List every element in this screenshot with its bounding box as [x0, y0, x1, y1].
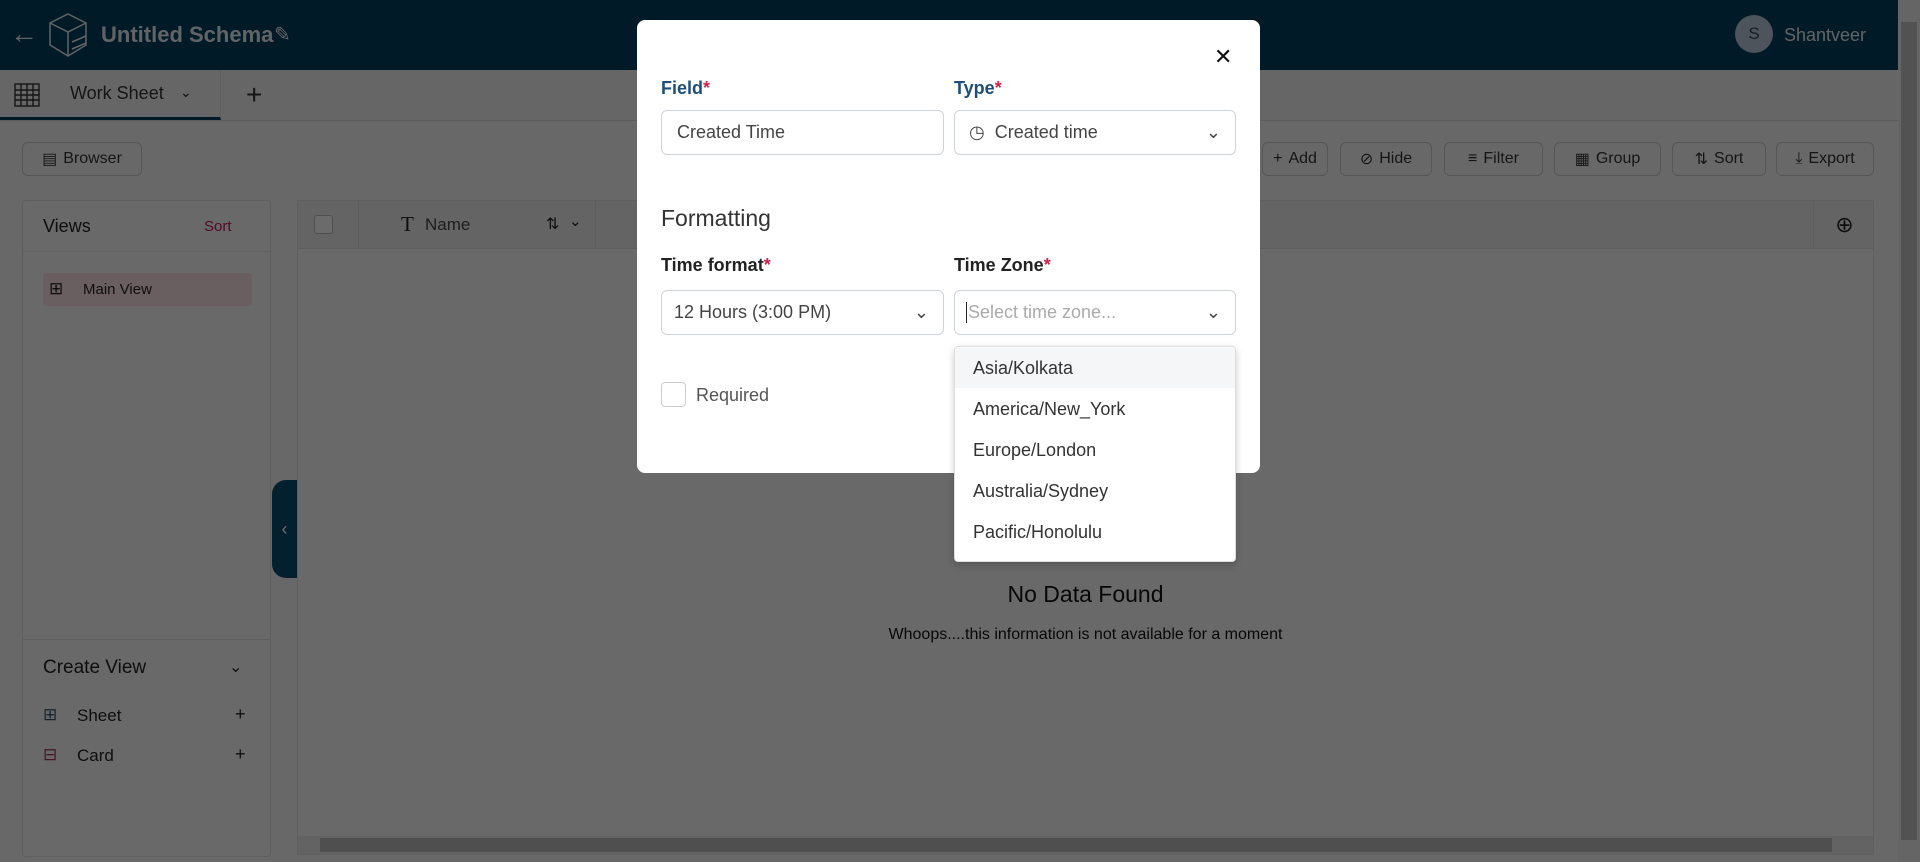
views-sort-link[interactable]: Sort — [204, 218, 232, 235]
column-label: Name — [425, 215, 471, 234]
text-type-icon: T — [401, 212, 414, 236]
view-item-main[interactable]: ⊞ Main View — [43, 273, 252, 306]
create-view-title: Create View — [43, 657, 147, 678]
plus-icon[interactable]: + — [235, 704, 246, 725]
grid-icon: ⊞ — [49, 279, 64, 298]
group-label: Group — [1595, 150, 1641, 167]
sheet-label: Sheet — [77, 706, 122, 725]
plus-icon[interactable]: + — [235, 744, 246, 765]
collapse-panel-handle[interactable]: ‹ — [272, 480, 297, 578]
column-header-name[interactable]: T Name ⇅ ⌄ — [358, 201, 596, 249]
chevron-down-icon: ⌄ — [1205, 302, 1221, 322]
tab-work-sheet[interactable]: Work Sheet ⌄ — [0, 70, 221, 120]
card-icon: ⊟ — [43, 745, 58, 764]
eye-off-icon: ⊘ — [1359, 151, 1374, 168]
filter-label: Filter — [1483, 150, 1519, 167]
user-name[interactable]: Shantveer — [1784, 25, 1866, 46]
vertical-scrollbar[interactable] — [1898, 0, 1920, 862]
time-zone-placeholder: Select time zone... — [966, 302, 1117, 323]
schema-logo-icon — [49, 13, 87, 57]
table-icon — [14, 83, 40, 107]
sort-label: Sort — [1714, 150, 1744, 167]
view-label: Main View — [83, 281, 152, 298]
type-value: Created time — [994, 122, 1098, 142]
add-column-button[interactable]: ⊕ — [1813, 201, 1875, 249]
empty-subtitle: Whoops....this information is not availa… — [888, 626, 1283, 643]
time-zone-option[interactable]: Asia/Kolkata — [955, 348, 1235, 388]
type-label: Type* — [954, 78, 1002, 98]
hide-button[interactable]: ⊘ Hide — [1340, 142, 1432, 176]
required-label: Required — [696, 385, 770, 405]
views-title: Views — [43, 216, 91, 236]
create-view-card[interactable]: ⊟ Card + — [43, 743, 253, 769]
create-view-sheet[interactable]: ⊞ Sheet + — [43, 703, 253, 729]
clock-icon: ◷ — [969, 122, 985, 142]
time-zone-option[interactable]: America/New_York — [955, 389, 1235, 429]
plus-icon: + — [1273, 150, 1283, 167]
field-name-input[interactable]: Created Time — [661, 110, 944, 155]
time-zone-option[interactable]: Europe/London — [955, 430, 1235, 470]
type-select[interactable]: ◷ Created time ⌄ — [954, 110, 1236, 155]
browser-button[interactable]: ▤ Browser — [22, 142, 142, 176]
field-label: Field* — [661, 78, 711, 98]
download-icon: ⤓ — [1795, 150, 1803, 167]
horizontal-scrollbar[interactable] — [298, 836, 1873, 854]
chevron-down-icon[interactable]: ⌄ — [180, 84, 192, 101]
formatting-heading: Formatting — [661, 205, 771, 231]
browser-icon: ▤ — [42, 151, 58, 168]
card-label: Card — [77, 746, 114, 765]
empty-title: No Data Found — [1007, 581, 1164, 607]
required-checkbox[interactable] — [661, 382, 686, 407]
time-zone-select[interactable]: Select time zone... ⌄ — [954, 290, 1236, 335]
sort-icon: ⇅ — [1694, 151, 1709, 168]
close-icon[interactable]: ✕ — [1214, 44, 1232, 70]
hide-label: Hide — [1379, 150, 1413, 167]
add-tab-button[interactable]: + — [246, 79, 262, 111]
plus-circle-icon: ⊕ — [1835, 212, 1854, 237]
tab-label: Work Sheet — [70, 83, 164, 103]
time-zone-option[interactable]: Australia/Sydney — [955, 471, 1235, 511]
time-zone-dropdown: Asia/Kolkata America/New_York Europe/Lon… — [954, 346, 1236, 562]
time-format-label: Time format* — [661, 255, 771, 275]
back-arrow-icon[interactable]: ← — [10, 18, 38, 50]
field-value: Created Time — [677, 122, 786, 142]
group-icon: ▦ — [1574, 151, 1590, 168]
export-button[interactable]: ⤓ Export — [1776, 142, 1874, 176]
chevron-left-icon: ‹ — [281, 518, 288, 539]
filter-button[interactable]: ≡ Filter — [1444, 142, 1543, 176]
select-all-checkbox[interactable] — [314, 215, 333, 234]
add-label: Add — [1288, 150, 1317, 167]
grid-icon: ⊞ — [43, 705, 58, 724]
schema-title: Untitled Schema — [101, 22, 274, 47]
chevron-down-icon[interactable]: ⌄ — [229, 657, 242, 677]
chevron-down-icon: ⌄ — [913, 302, 929, 322]
time-format-value: 12 Hours (3:00 PM) — [674, 302, 832, 322]
chevron-down-icon: ⌄ — [1205, 122, 1221, 142]
filter-icon: ≡ — [1468, 150, 1478, 167]
time-format-select[interactable]: 12 Hours (3:00 PM) ⌄ — [661, 290, 944, 335]
time-zone-option[interactable]: Pacific/Honolulu — [955, 512, 1235, 552]
time-zone-label: Time Zone* — [954, 255, 1051, 275]
scrollbar-thumb[interactable] — [320, 838, 1832, 852]
sort-icon[interactable]: ⇅ — [546, 214, 559, 234]
add-button[interactable]: + Add — [1262, 142, 1328, 176]
export-label: Export — [1808, 150, 1855, 167]
views-panel: Views Sort ⊞ Main View Create View ⌄ ⊞ S… — [22, 200, 271, 857]
avatar[interactable]: S — [1735, 15, 1773, 53]
sort-button[interactable]: ⇅ Sort — [1672, 142, 1766, 176]
group-button[interactable]: ▦ Group — [1554, 142, 1661, 176]
chevron-down-icon[interactable]: ⌄ — [569, 212, 582, 230]
browser-label: Browser — [63, 150, 122, 167]
edit-pencil-icon[interactable]: ✎ — [274, 22, 291, 47]
